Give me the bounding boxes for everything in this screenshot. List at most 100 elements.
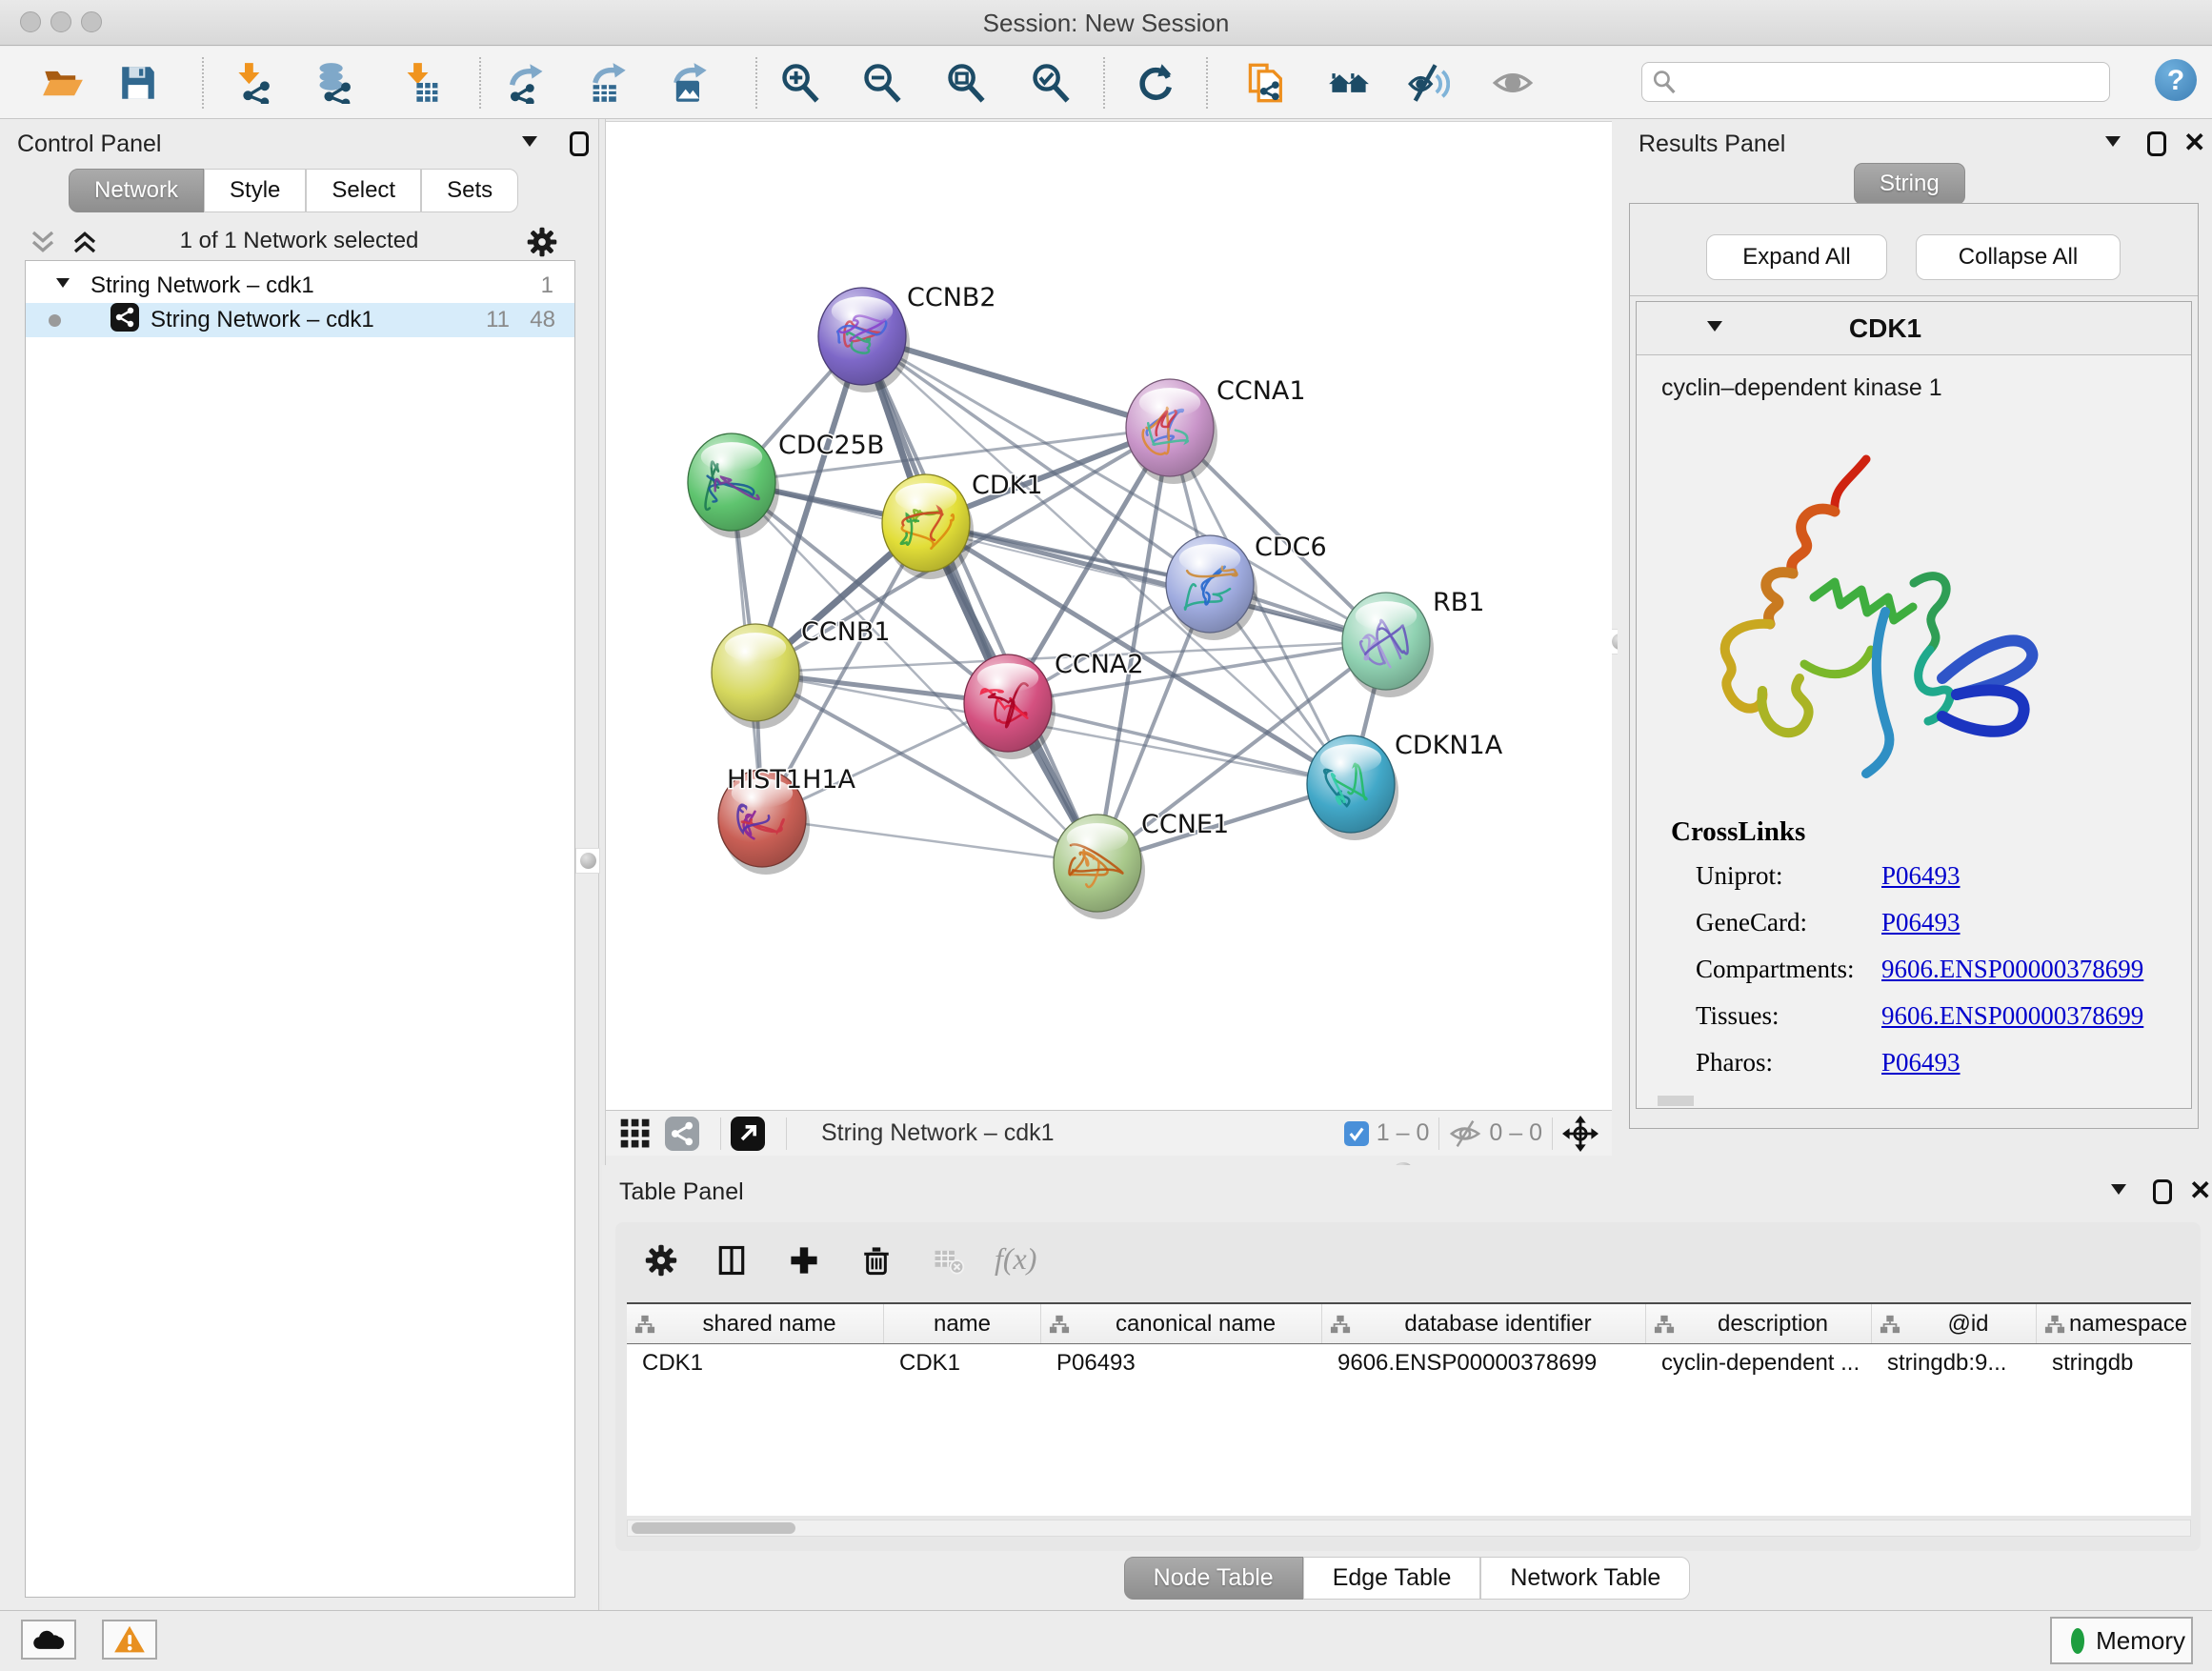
collapse-all-button[interactable]: Collapse All: [1916, 234, 2121, 280]
add-column-button[interactable]: [781, 1238, 827, 1283]
panel-menu-icon[interactable]: [522, 136, 537, 154]
node-CCNB2[interactable]: [818, 288, 910, 393]
edge-HIST1H1A-CCNE1[interactable]: [762, 818, 1097, 863]
tab-network[interactable]: Network: [69, 169, 204, 212]
import-network-database-button[interactable]: [312, 58, 358, 108]
cell-canonical-name[interactable]: P06493: [1041, 1344, 1322, 1382]
float-panel-button[interactable]: [2147, 131, 2166, 156]
cell-namespace[interactable]: stringdb: [2037, 1344, 2191, 1382]
node-CCNE1[interactable]: [1054, 815, 1145, 919]
tab-select[interactable]: Select: [306, 169, 421, 212]
node-CDC25B[interactable]: [688, 433, 779, 538]
network-canvas[interactable]: CCNB2CCNA1CDC25BCDK1CDC6RB1CCNB1CCNA2CDK…: [606, 121, 1612, 1110]
open-session-button[interactable]: [40, 58, 86, 108]
memory-button[interactable]: Memory: [2050, 1617, 2193, 1664]
network-badge-icon[interactable]: [665, 1117, 699, 1151]
delete-table-button[interactable]: [926, 1238, 972, 1283]
tab-sets[interactable]: Sets: [421, 169, 518, 212]
tab-style[interactable]: Style: [204, 169, 306, 212]
cell-name[interactable]: CDK1: [884, 1344, 1041, 1382]
function-builder-button[interactable]: f(x): [995, 1241, 1036, 1277]
cell-database-identifier[interactable]: 9606.ENSP00000378699: [1322, 1344, 1646, 1382]
import-network-file-button[interactable]: [232, 58, 278, 108]
protein-name: CDK1: [1849, 313, 1921, 344]
help-button[interactable]: ?: [2155, 59, 2197, 101]
hide-glass-button[interactable]: [1406, 58, 1452, 108]
zoom-in-button[interactable]: [777, 58, 823, 108]
select-columns-button[interactable]: [709, 1238, 754, 1283]
uniprot-link[interactable]: P06493: [1881, 861, 1961, 891]
tab-node-table[interactable]: Node Table: [1124, 1557, 1303, 1600]
float-panel-button[interactable]: [570, 131, 589, 156]
search-input[interactable]: [1677, 68, 2109, 96]
cell-shared-name[interactable]: CDK1: [627, 1344, 884, 1382]
show-view-button[interactable]: [1490, 58, 1536, 108]
zoom-fit-button[interactable]: [943, 58, 989, 108]
column-header-name[interactable]: name: [884, 1304, 1041, 1343]
tab-edge-table[interactable]: Edge Table: [1303, 1557, 1481, 1600]
plus-icon: [788, 1244, 820, 1277]
tab-string[interactable]: String: [1854, 163, 1965, 205]
compartments-link[interactable]: 9606.ENSP00000378699: [1881, 955, 2143, 984]
network-selection-bar: 1 of 1 Network selected: [0, 222, 598, 260]
zoom-out-button[interactable]: [859, 58, 905, 108]
panel-menu-icon[interactable]: [2111, 1184, 2126, 1202]
cdk1-card-header[interactable]: CDK1: [1637, 302, 2191, 355]
zoom-selected-button[interactable]: [1028, 58, 1074, 108]
column-header-database-identifier[interactable]: database identifier: [1322, 1304, 1646, 1343]
column-header-canonical-name[interactable]: canonical name: [1041, 1304, 1322, 1343]
selected-checkbox[interactable]: [1344, 1121, 1369, 1146]
tab-network-table[interactable]: Network Table: [1480, 1557, 1690, 1600]
cell-description[interactable]: cyclin-dependent ...: [1646, 1344, 1872, 1382]
node-CCNA1[interactable]: [1126, 379, 1217, 484]
node-CCNA2[interactable]: [964, 654, 1056, 759]
detach-view-icon[interactable]: [731, 1117, 765, 1151]
warnings-button[interactable]: [102, 1620, 157, 1660]
cloud-button[interactable]: [21, 1620, 76, 1660]
collapse-tree-icon[interactable]: [56, 278, 70, 294]
column-header-at-id[interactable]: @id: [1872, 1304, 2037, 1343]
network-snapshot-button[interactable]: [1244, 58, 1290, 108]
export-network-button[interactable]: [504, 58, 550, 108]
tissues-link[interactable]: 9606.ENSP00000378699: [1881, 1001, 2143, 1031]
close-panel-button[interactable]: ✕: [2183, 131, 2205, 155]
pharos-link[interactable]: P06493: [1881, 1048, 1961, 1077]
edge-CCNB2-CCNE1[interactable]: [862, 336, 1097, 863]
network-row-selected[interactable]: String Network – cdk1 11 48: [26, 303, 574, 337]
panel-menu-icon[interactable]: [2105, 136, 2121, 154]
cell-at-id[interactable]: stringdb:9...: [1872, 1344, 2037, 1382]
toolbar-separator: [202, 57, 204, 109]
edge-CCNA2-CDKN1A[interactable]: [1008, 703, 1351, 784]
expand-all-button[interactable]: Expand All: [1706, 234, 1887, 280]
eye-slash-icon: [1408, 61, 1450, 105]
string-home-button[interactable]: [1326, 58, 1372, 108]
node-CDKN1A[interactable]: [1307, 735, 1398, 840]
delete-column-button[interactable]: [854, 1238, 899, 1283]
table-settings-button[interactable]: [638, 1238, 684, 1283]
column-header-shared-name[interactable]: shared name: [627, 1304, 884, 1343]
node-CDK1[interactable]: [882, 474, 974, 579]
collapse-card-icon[interactable]: [1707, 321, 1722, 339]
birds-eye-icon[interactable]: [1562, 1116, 1599, 1152]
node-CDC6[interactable]: [1166, 535, 1257, 640]
grid-view-icon[interactable]: [619, 1117, 652, 1150]
node-RB1[interactable]: [1342, 593, 1434, 697]
export-image-button[interactable]: [666, 58, 712, 108]
save-session-button[interactable]: [115, 58, 161, 108]
table-row[interactable]: CDK1 CDK1 P06493 9606.ENSP00000378699 cy…: [627, 1344, 2191, 1382]
close-panel-button[interactable]: ✕: [2189, 1178, 2211, 1203]
column-header-description[interactable]: description: [1646, 1304, 1872, 1343]
refresh-button[interactable]: [1133, 58, 1178, 108]
genecard-link[interactable]: P06493: [1881, 908, 1961, 937]
left-splitter-handle[interactable]: [575, 848, 600, 874]
gear-icon[interactable]: [526, 226, 558, 258]
search-field[interactable]: [1641, 62, 2110, 102]
import-table-file-button[interactable]: [400, 58, 446, 108]
column-header-namespace[interactable]: namespace: [2037, 1304, 2191, 1343]
scrollbar-thumb[interactable]: [632, 1522, 795, 1534]
network-collection-row[interactable]: String Network – cdk1 1: [26, 269, 574, 303]
scrollbar-stub[interactable]: [1658, 1096, 1694, 1106]
float-panel-button[interactable]: [2153, 1179, 2172, 1204]
horizontal-scrollbar[interactable]: [627, 1520, 2191, 1537]
export-table-button[interactable]: [585, 58, 631, 108]
